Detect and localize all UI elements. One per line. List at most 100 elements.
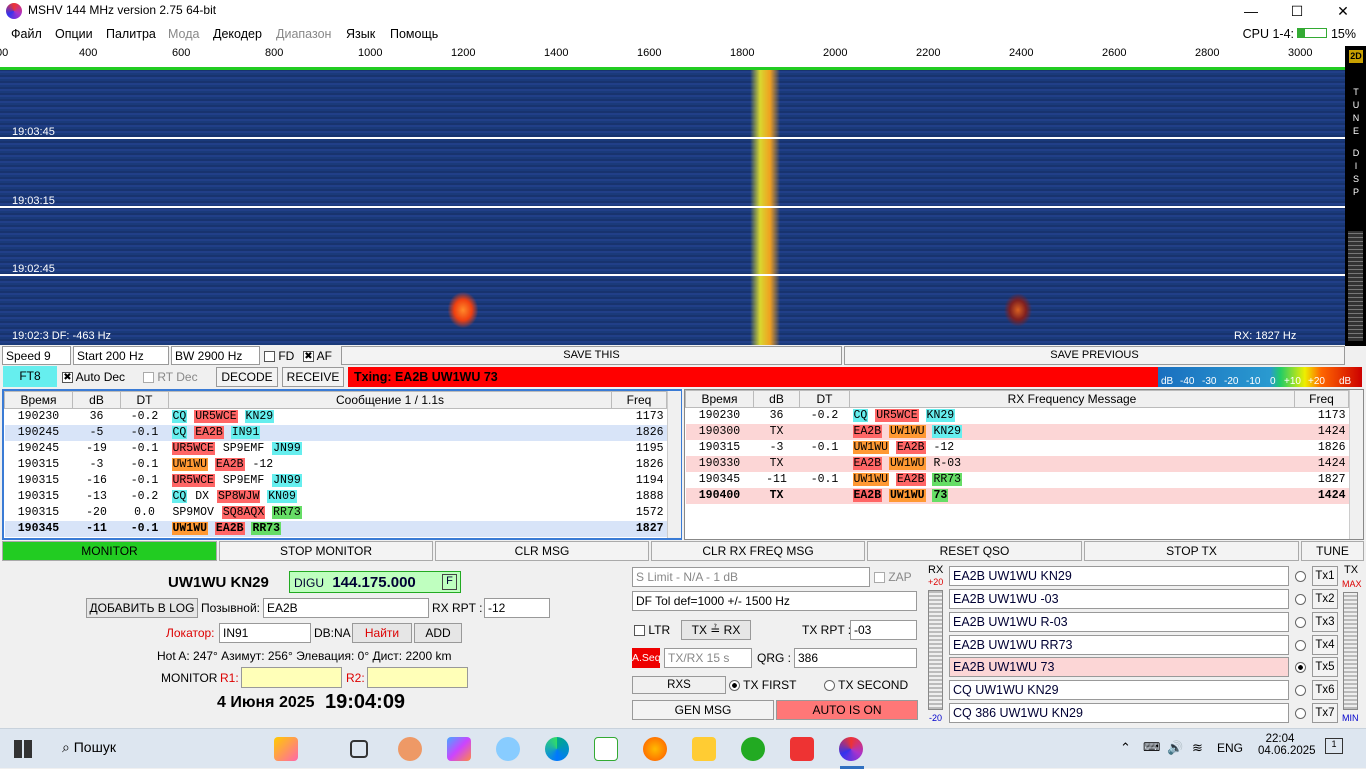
tx1-button[interactable]: Tx1	[1312, 566, 1338, 586]
tx3-radio[interactable]	[1295, 617, 1306, 628]
tx6-button[interactable]: Tx6	[1312, 680, 1338, 700]
table-row[interactable]: 190315 -16 -0.1 UR5WCE SP9EMF JN99 1194	[5, 473, 667, 489]
table-row[interactable]: 190400 TX EA2B UW1WU 73 1424	[685, 487, 1349, 504]
clock-app-icon[interactable]	[741, 737, 765, 761]
clr-msg-button[interactable]: CLR MSG	[435, 541, 649, 561]
col-time[interactable]: Время	[4, 391, 73, 409]
reset-qso-button[interactable]: RESET QSO	[867, 541, 1082, 561]
speed-spinbox[interactable]: Speed 9	[2, 346, 71, 365]
col-time[interactable]: Время	[685, 390, 754, 408]
menu-band[interactable]: Диапазон	[276, 27, 331, 41]
scrollbar[interactable]	[1349, 390, 1363, 539]
tx-rpt-spinbox[interactable]: -03	[850, 620, 917, 640]
tx6-radio[interactable]	[1295, 685, 1306, 696]
col-db[interactable]: dB	[753, 390, 800, 408]
col-message[interactable]: RX Frequency Message	[849, 390, 1295, 408]
2d-button[interactable]: 2D	[1349, 50, 1363, 63]
taskbar-clock[interactable]: 22:04 04.06.2025	[1258, 733, 1316, 757]
tx1-radio[interactable]	[1295, 571, 1306, 582]
tx-equals-rx-button[interactable]: TX ≟ RX	[681, 620, 751, 640]
f-button[interactable]: F	[442, 574, 457, 590]
menu-decoder[interactable]: Декодер	[213, 27, 262, 41]
fd-checkbox[interactable]: FD	[264, 349, 294, 363]
tx3-button[interactable]: Tx3	[1312, 612, 1338, 632]
tx7-button[interactable]: Tx7	[1312, 703, 1338, 723]
stop-tx-button[interactable]: STOP TX	[1084, 541, 1299, 561]
callsign-input[interactable]: EA2B	[263, 598, 429, 618]
tx3-message[interactable]: EA2B UW1WU R-03	[949, 612, 1289, 632]
frequency-ruler[interactable]: 00 400 600 800 1000 1200 1400 1600 1800 2000 2200 2…	[0, 46, 1345, 70]
tx4-radio[interactable]	[1295, 640, 1306, 651]
volume-icon[interactable]: 🔊	[1167, 740, 1183, 756]
zap-checkbox[interactable]: ZAP	[874, 570, 912, 584]
s-limit-spinbox[interactable]: S Limit - N/A - 1 dB	[632, 567, 870, 587]
tray-chevron-icon[interactable]: ⌃	[1120, 740, 1131, 756]
tx-level-slider[interactable]	[1343, 592, 1358, 710]
locator-input[interactable]: IN91	[219, 623, 311, 643]
r1-field[interactable]	[241, 667, 342, 688]
tx1-message[interactable]: EA2B UW1WU KN29	[949, 566, 1289, 586]
r2-field[interactable]	[367, 667, 468, 688]
copilot-widget-icon[interactable]	[274, 737, 298, 761]
tx7-message[interactable]: CQ 386 UW1WU KN29	[949, 703, 1289, 723]
menu-options[interactable]: Опции	[55, 27, 93, 41]
rx-rpt-spinbox[interactable]: -12	[484, 598, 550, 618]
table-row[interactable]: 190230 36 -0.2 CQ UR5WCE KN29 1173	[5, 409, 667, 425]
network-icon[interactable]: ≋	[1192, 740, 1203, 756]
add-button[interactable]: ADD	[414, 623, 462, 643]
tx-first-radio[interactable]: TX FIRST	[729, 678, 796, 692]
taskbar-search[interactable]: ⌕ Пошук	[62, 739, 116, 756]
notification-icon[interactable]: 1	[1325, 738, 1343, 754]
rt-dec-checkbox[interactable]: RT Dec	[143, 370, 198, 384]
tx2-radio[interactable]	[1295, 594, 1306, 605]
copilot-icon[interactable]	[447, 737, 471, 761]
file-explorer-icon[interactable]	[692, 737, 716, 761]
task-view-icon[interactable]	[350, 740, 368, 758]
maximize-button[interactable]: ☐	[1274, 0, 1320, 22]
waterfall-display[interactable]: 19:03:45 19:03:15 19:02:45 19:02:3 DF: -…	[0, 70, 1345, 345]
tx6-message[interactable]: CQ UW1WU KN29	[949, 680, 1289, 700]
ltr-checkbox[interactable]: LTR	[634, 623, 670, 637]
stop-monitor-button[interactable]: STOP MONITOR	[219, 541, 433, 561]
close-button[interactable]: ✕	[1320, 0, 1366, 22]
rx-level-slider[interactable]	[928, 590, 943, 710]
table-row[interactable]: 190315 -3 -0.1 UW1WU EA2B -12 1826	[686, 440, 1349, 456]
pdf-icon[interactable]	[790, 737, 814, 761]
windows-start-icon[interactable]	[14, 740, 32, 758]
find-button[interactable]: Найти	[352, 623, 412, 643]
auto-button[interactable]: AUTO IS ON	[776, 700, 918, 720]
table-row[interactable]: 190345 -11 -0.1 UW1WU EA2B RR73 1827	[686, 472, 1349, 488]
col-message[interactable]: Сообщение 1 / 1.1s	[168, 391, 612, 409]
paint-icon[interactable]	[496, 737, 520, 761]
col-db[interactable]: dB	[72, 391, 121, 409]
gen-msg-button[interactable]: GEN MSG	[632, 700, 774, 720]
bw-spinbox[interactable]: BW 2900 Hz	[171, 346, 260, 365]
aseq-button[interactable]: A.Seq	[632, 648, 661, 668]
col-dt[interactable]: DT	[799, 390, 850, 408]
df-tol-combobox[interactable]: DF Tol def=1000 +/- 1500 Hz	[632, 591, 917, 611]
col-dt[interactable]: DT	[120, 391, 169, 409]
table-row[interactable]: 190245 -5 -0.1 CQ EA2B IN91 1826	[4, 424, 667, 441]
table-row[interactable]: 190345 -11 -0.1 UW1WU EA2B RR73 1827	[4, 520, 667, 537]
tx2-message[interactable]: EA2B UW1WU -03	[949, 589, 1289, 609]
menu-palette[interactable]: Палитра	[106, 27, 156, 41]
language-indicator[interactable]: ENG	[1217, 741, 1243, 755]
table-row[interactable]: 190245 -19 -0.1 UR5WCE SP9EMF JN99 1195	[5, 441, 667, 457]
qrg-input[interactable]: 386	[794, 648, 917, 668]
band-activity-table[interactable]: Время dB DT Сообщение 1 / 1.1s Freq 1902…	[2, 389, 682, 540]
level-slider[interactable]	[1348, 231, 1363, 341]
tx4-message[interactable]: EA2B UW1WU RR73	[949, 635, 1289, 655]
tx5-radio[interactable]	[1295, 662, 1306, 673]
menu-help[interactable]: Помощь	[390, 27, 438, 41]
table-row[interactable]: 190300 TX EA2B UW1WU KN29 1424	[685, 423, 1349, 440]
monitor-button[interactable]: MONITOR	[2, 541, 217, 561]
tx-second-radio[interactable]: TX SECOND	[824, 678, 908, 692]
minimize-button[interactable]: —	[1228, 0, 1274, 22]
rxs-button[interactable]: RXS	[632, 676, 726, 694]
save-previous-button[interactable]: SAVE PREVIOUS	[844, 346, 1345, 365]
mshv-icon[interactable]	[839, 737, 863, 761]
receive-button[interactable]: RECEIVE	[282, 367, 344, 387]
table-row[interactable]: 190315 -3 -0.1 UW1WU EA2B -12 1826	[5, 457, 667, 473]
auto-dec-checkbox[interactable]: ✖ Auto Dec	[62, 370, 125, 384]
waterfall-side-panel[interactable]: 2D T U N E D I S P	[1345, 46, 1366, 346]
